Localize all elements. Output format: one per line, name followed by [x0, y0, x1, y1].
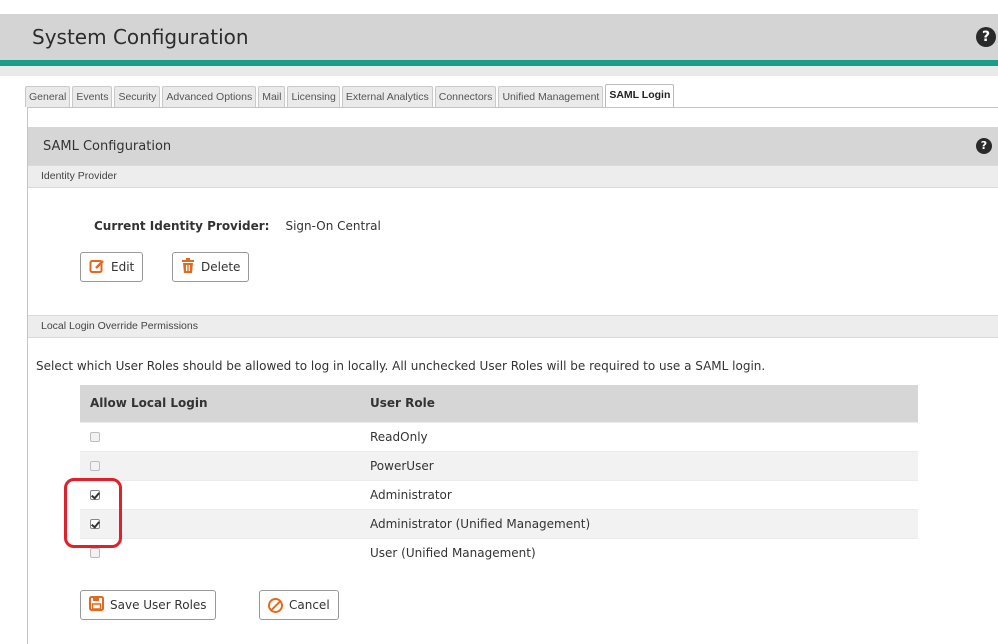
delete-button[interactable]: Delete: [172, 252, 250, 282]
identity-provider-label: Current Identity Provider:: [94, 219, 270, 233]
page-title: System Configuration: [32, 25, 249, 49]
column-header-user-role: User Role: [360, 385, 918, 422]
table-row: PowerUser: [80, 450, 918, 480]
cancel-button[interactable]: Cancel: [259, 590, 339, 620]
panel-title: SAML Configuration: [43, 138, 172, 154]
delete-button-label: Delete: [201, 260, 241, 274]
tab-licensing[interactable]: Licensing: [287, 86, 340, 107]
edit-button[interactable]: Edit: [80, 252, 144, 282]
save-user-roles-button[interactable]: Save User Roles: [80, 590, 216, 620]
user-role-name: Administrator: [360, 479, 918, 509]
user-role-name: ReadOnly: [360, 421, 918, 451]
tab-saml-login[interactable]: SAML Login: [605, 84, 675, 107]
save-icon: [89, 596, 104, 614]
table-row: Administrator: [80, 479, 918, 509]
panel-help-icon[interactable]: ?: [976, 138, 992, 154]
identity-provider-section-header: Identity Provider: [28, 165, 998, 188]
cancel-icon: [268, 597, 283, 613]
panel-header: SAML Configuration ?: [28, 127, 998, 165]
tab-security[interactable]: Security: [114, 86, 161, 107]
tab-unified-management[interactable]: Unified Management: [498, 86, 604, 107]
save-user-roles-label: Save User Roles: [110, 598, 207, 612]
edit-button-label: Edit: [111, 260, 135, 274]
edit-icon: [89, 258, 105, 277]
title-bar: System Configuration ?: [0, 14, 998, 60]
subheader-band: [0, 66, 998, 76]
tab-mail[interactable]: Mail: [258, 86, 286, 107]
table-row: ReadOnly: [80, 421, 918, 451]
help-icon[interactable]: ?: [976, 27, 996, 47]
local-login-description: Select which User Roles should be allowe…: [36, 359, 766, 373]
user-role-name: PowerUser: [360, 450, 918, 480]
tab-external-analytics[interactable]: External Analytics: [341, 86, 433, 107]
tab-advanced-options[interactable]: Advanced Options: [162, 86, 257, 107]
table-row: Administrator (Unified Management): [80, 508, 918, 538]
identity-provider-value: Sign-On Central: [285, 219, 381, 233]
annotation-highlight: [64, 478, 122, 548]
allow-local-login-checkbox[interactable]: [90, 461, 100, 471]
identity-provider-row: Current Identity Provider: Sign-On Centr…: [94, 219, 381, 233]
cancel-button-label: Cancel: [289, 598, 330, 612]
top-strip: [0, 0, 998, 14]
trash-icon: [181, 257, 195, 277]
table-row: User (Unified Management): [80, 537, 918, 567]
column-header-allow-local-login: Allow Local Login: [80, 385, 360, 422]
allow-local-login-checkbox[interactable]: [90, 432, 100, 442]
allow-local-login-checkbox[interactable]: [90, 548, 100, 559]
local-login-section-header: Local Login Override Permissions: [28, 315, 998, 338]
user-roles-table: Allow Local Login User Role ReadOnly Pow…: [80, 385, 918, 567]
tab-events[interactable]: Events: [72, 86, 113, 107]
tab-general[interactable]: General: [25, 86, 71, 107]
user-role-name: User (Unified Management): [360, 537, 918, 567]
user-role-name: Administrator (Unified Management): [360, 508, 918, 538]
tab-bar: General Events Security Advanced Options…: [25, 84, 676, 107]
tab-connectors[interactable]: Connectors: [434, 86, 497, 107]
